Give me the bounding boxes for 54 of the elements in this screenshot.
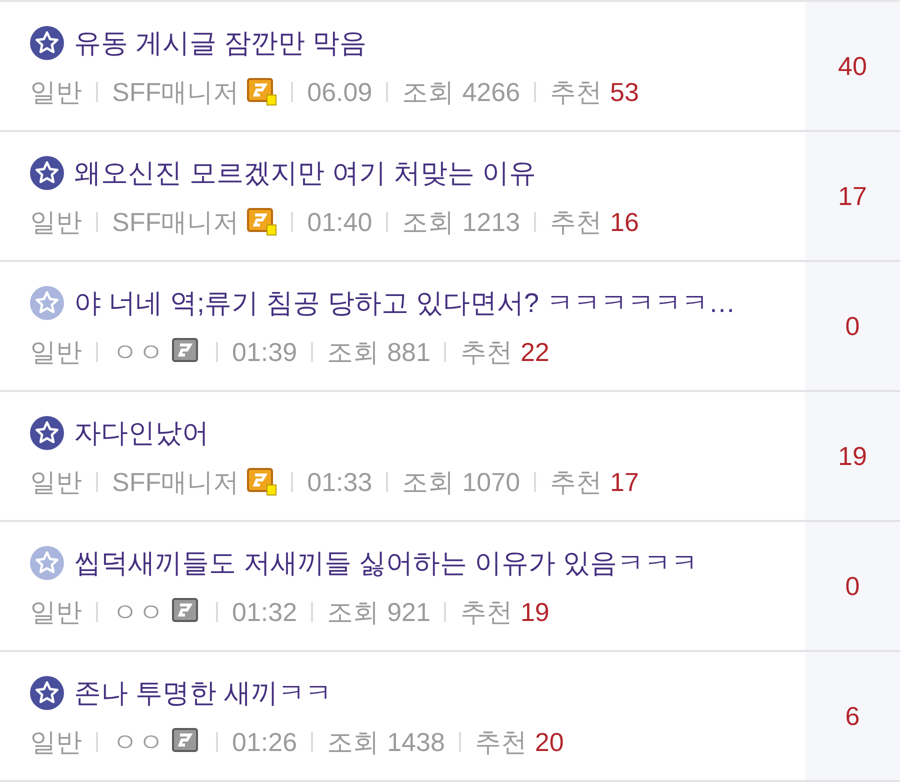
views-label: 조회 — [327, 729, 380, 755]
recommend-count: 17 — [610, 469, 639, 495]
category-label: 일반 — [30, 469, 82, 495]
comment-count[interactable]: 40 — [805, 2, 900, 130]
author-name: SFF매니저 — [112, 469, 240, 495]
recommend-count: 22 — [520, 339, 550, 365]
author-name: ㅇㅇ — [112, 599, 164, 625]
category-label: 일반 — [30, 79, 82, 105]
category-label: 일반 — [30, 209, 82, 235]
recommend-count: 53 — [610, 79, 639, 105]
comment-count[interactable]: 0 — [805, 262, 900, 390]
post-title-link[interactable]: 씹덕새끼들도 저새끼들 싫어하는 이유가 있음ㅋㅋㅋ — [74, 550, 698, 576]
recommend-label: 추천 — [550, 79, 602, 105]
post-time: 01:26 — [232, 729, 298, 755]
post-time: 01:33 — [307, 469, 372, 495]
post-title-link[interactable]: 자다인났어 — [74, 420, 209, 446]
views-label: 조회 — [327, 339, 380, 365]
comment-count[interactable]: 6 — [805, 652, 900, 780]
views-label: 조회 — [402, 79, 454, 105]
post-title-link[interactable]: 야 너네 역;류기 침공 당하고 있다면서? ㅋㅋㅋㅋㅋㅋ… — [74, 290, 736, 316]
views-count: 921 — [387, 599, 430, 625]
author-name: ㅇㅇ — [112, 729, 164, 755]
recommend-label: 추천 — [550, 209, 602, 235]
views-count: 4266 — [462, 79, 520, 105]
post-title-link[interactable]: 왜오신진 모르겠지만 여기 처맞는 이유 — [74, 160, 536, 186]
views-label: 조회 — [402, 209, 454, 235]
category-label: 일반 — [30, 599, 82, 625]
recommend-label: 추천 — [474, 729, 527, 755]
category-label: 일반 — [30, 729, 82, 755]
category-label: 일반 — [30, 339, 82, 365]
comment-count[interactable]: 0 — [805, 522, 900, 650]
author-name: SFF매니저 — [112, 79, 240, 105]
post-title-link[interactable]: 존나 투명한 새끼ㅋㅋ — [74, 680, 332, 706]
post-title-link[interactable]: 유동 게시글 잠깐만 막음 — [74, 30, 367, 56]
post-time: 01:40 — [307, 209, 372, 235]
recommend-count: 20 — [534, 729, 564, 755]
views-count: 881 — [387, 339, 430, 365]
comment-count[interactable]: 19 — [805, 392, 900, 520]
post-time: 01:32 — [232, 599, 298, 625]
recommend-count: 16 — [610, 209, 639, 235]
recommend-label: 추천 — [460, 599, 512, 625]
post-time: 06.09 — [307, 79, 372, 105]
recommend-label: 추천 — [460, 339, 512, 365]
comment-count[interactable]: 17 — [805, 132, 900, 260]
views-count: 1438 — [387, 729, 445, 755]
views-label: 조회 — [327, 599, 380, 625]
views-count: 1213 — [462, 209, 520, 235]
post-time: 01:39 — [232, 339, 298, 365]
recommend-count: 19 — [520, 599, 550, 625]
views-label: 조회 — [402, 469, 454, 495]
author-name: ㅇㅇ — [112, 339, 164, 365]
author-name: SFF매니저 — [112, 209, 240, 235]
recommend-label: 추천 — [550, 469, 602, 495]
views-count: 1070 — [462, 469, 520, 495]
